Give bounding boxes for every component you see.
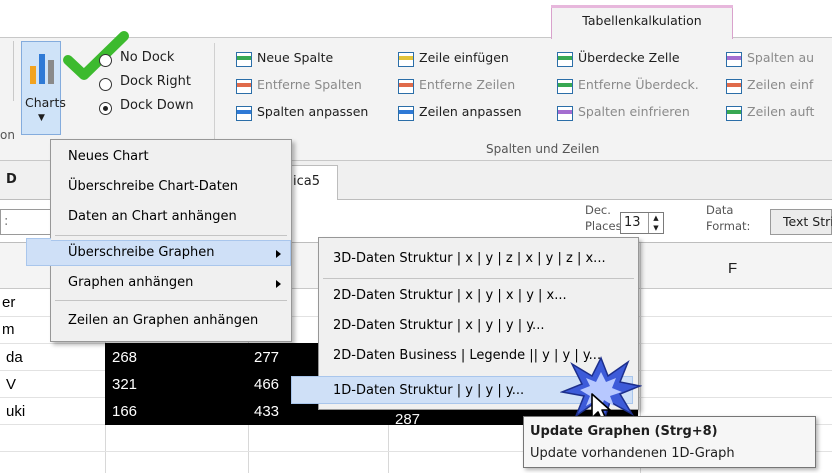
menu-neues-chart[interactable]: Neues Chart xyxy=(68,149,149,164)
row-label-3[interactable]: da xyxy=(6,349,23,366)
tab-left-cut[interactable]: D xyxy=(6,172,17,187)
menu-highlight-extension xyxy=(26,238,51,266)
row-label-4[interactable]: V xyxy=(6,376,16,393)
menu-daten-an-chart[interactable]: Daten an Chart anhängen xyxy=(68,209,237,224)
remove-cover-icon xyxy=(557,79,573,94)
remove-columns-icon xyxy=(236,79,252,94)
submenu-2d-xyxy[interactable]: 2D-Daten Struktur | x | y | x | y | x... xyxy=(333,288,567,303)
remove-rows-icon xyxy=(398,79,414,94)
data-format-value: Text Stri xyxy=(783,214,832,229)
rows-split-icon xyxy=(726,106,742,121)
btn-spalten-einfrieren[interactable]: Spalten einfrieren xyxy=(578,104,690,119)
menu-separator xyxy=(55,300,287,301)
row-label-5[interactable]: uki xyxy=(6,403,25,420)
chevron-down-icon: ▼ xyxy=(38,113,45,123)
btn-zeile-einfuegen[interactable]: Zeile einfügen xyxy=(419,50,509,65)
row-label-2[interactable]: m xyxy=(2,321,15,338)
cell-value[interactable]: 166 xyxy=(112,403,137,420)
context-tab-stripe xyxy=(551,5,733,8)
label-dock-right: Dock Right xyxy=(120,74,192,89)
btn-neue-spalte[interactable]: Neue Spalte xyxy=(257,50,333,65)
btn-spalten-anpassen[interactable]: Spalten anpassen xyxy=(257,104,368,119)
cell-value[interactable]: 321 xyxy=(112,376,137,393)
btn-entferne-spalten[interactable]: Entferne Spalten xyxy=(257,77,362,92)
rows-insert-icon xyxy=(726,79,742,94)
btn-ueberdecke-zelle[interactable]: Überdecke Zelle xyxy=(578,50,680,65)
menu-ueberschreibe-chart-daten[interactable]: Überschreibe Chart-Daten xyxy=(68,179,238,194)
tooltip-body: Update vorhandenen 1D-Graph xyxy=(530,446,735,461)
insert-column-icon xyxy=(236,52,252,67)
data-format-label-2: Format: xyxy=(706,219,751,233)
row-label-1[interactable]: er xyxy=(2,294,15,311)
group-caption: Spalten und Zeilen xyxy=(486,142,600,156)
submenu-2d-xyyy[interactable]: 2D-Daten Struktur | x | y | y | y... xyxy=(333,318,544,333)
btn-spalten-au[interactable]: Spalten au xyxy=(747,50,814,65)
cover-cell-icon xyxy=(557,52,573,67)
cell-value[interactable]: 268 xyxy=(112,349,137,366)
label-no-dock: No Dock xyxy=(120,50,175,65)
freeze-columns-icon xyxy=(557,106,573,121)
menu-separator xyxy=(323,278,634,279)
btn-entferne-zeilen[interactable]: Entferne Zeilen xyxy=(419,77,515,92)
cell-value[interactable]: 277 xyxy=(254,349,279,366)
cell-value[interactable]: 466 xyxy=(254,376,279,393)
btn-zeilen-auft[interactable]: Zeilen auft xyxy=(747,104,814,119)
radio-no-dock[interactable] xyxy=(99,54,112,67)
label-dock-down: Dock Down xyxy=(120,98,194,113)
dec-label-1: Dec. xyxy=(585,203,611,217)
insert-row-icon xyxy=(398,52,414,67)
btn-zeilen-anpassen[interactable]: Zeilen anpassen xyxy=(419,104,522,119)
ribbon-left-edge xyxy=(0,41,14,101)
decimal-places-value: 13 xyxy=(624,215,641,230)
menu-graphen-anhaengen[interactable]: Graphen anhängen xyxy=(68,275,193,290)
submenu-3d-daten[interactable]: 3D-Daten Struktur | x | y | z | x | y | … xyxy=(333,251,606,266)
tooltip: Update Graphen (Strg+8) Update vorhanden… xyxy=(523,416,816,468)
chart-bars-icon xyxy=(30,48,56,84)
charts-label: Charts xyxy=(25,95,66,110)
submenu-arrow-icon xyxy=(276,280,281,288)
btn-entferne-ueberdeck[interactable]: Entferne Überdeck. xyxy=(578,77,699,92)
fit-rows-icon xyxy=(398,106,414,121)
column-header-f[interactable]: F xyxy=(728,260,737,277)
submenu-arrow-icon xyxy=(276,250,281,258)
tab-sheet-label: ica5 xyxy=(293,174,320,189)
tab-tabellenkalkulation[interactable]: Tabellenkalkulation xyxy=(551,5,733,39)
menu-ueberschreibe-graphen[interactable]: Überschreibe Graphen xyxy=(68,245,214,260)
submenu-1d-daten[interactable]: 1D-Daten Struktur | y | y | y... xyxy=(333,383,524,398)
tooltip-title: Update Graphen (Strg+8) xyxy=(530,424,718,439)
stepper-arrows-icon[interactable]: ▲ ▼ xyxy=(648,213,663,233)
menu-separator xyxy=(55,235,287,236)
cell-value[interactable]: 287 xyxy=(395,411,420,428)
fit-columns-icon xyxy=(236,106,252,121)
cell-value[interactable]: 433 xyxy=(254,403,279,420)
menu-zeilen-an-graphen[interactable]: Zeilen an Graphen anhängen xyxy=(68,313,258,328)
radio-dock-right[interactable] xyxy=(99,78,112,91)
radio-dock-down[interactable] xyxy=(99,102,112,115)
cell-input-prefix: : xyxy=(4,214,9,229)
columns-icon xyxy=(726,52,742,67)
ribbon-left-caption: on xyxy=(0,128,15,142)
data-format-label-1: Data xyxy=(706,203,734,217)
charts-dropdown-menu: Neues Chart Überschreibe Chart-Daten Dat… xyxy=(31,139,292,342)
btn-zeilen-einf[interactable]: Zeilen einf xyxy=(747,77,813,92)
